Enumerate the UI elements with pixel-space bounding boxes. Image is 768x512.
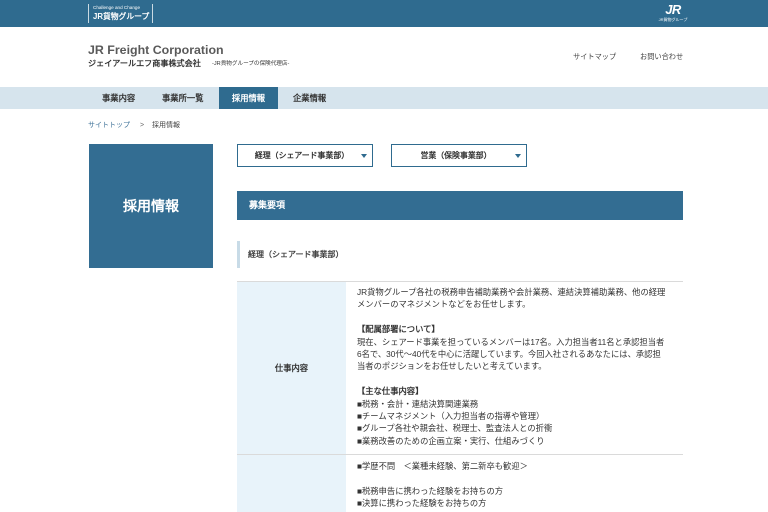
paragraph: 【主な仕事内容】 ■税務・会計・連結決算関連業務 ■チームマネジメント（入力担当… [357,385,683,447]
group-logo-name: JR貨物グループ [93,12,150,21]
top-bar: Challenge and Change JR貨物グループ JR JR貨物グルー… [0,0,768,27]
table-row-value: ■学歴不問 ＜業種未経験、第二新卒も歓迎＞ ■税務申告に携わった経験をお持ちの方… [346,455,683,510]
jr-logo[interactable]: JR JR貨物グループ [658,3,688,24]
job-selector-sales[interactable]: 営業（保険事業部） [391,144,527,167]
text-line: 当者のポジションをお任せしたいと考えています。 [357,361,547,372]
nav-item-recruit[interactable]: 採用情報 [219,87,278,109]
text-line: JR貨物グループ各社の税務申告補助業務や会計業務、連結決算補助業務、他の経理 [357,287,666,297]
company-name-en[interactable]: JR Freight Corporation [88,43,224,57]
paragraph-heading: 【主な仕事内容】 [357,386,424,397]
job-title-heading: 経理（シェアード事業部） [237,241,683,268]
table-row-value: JR貨物グループ各社の税務申告補助業務や会計業務、連結決算補助業務、他の経理 メ… [346,282,683,447]
breadcrumb-home[interactable]: サイトトップ [88,121,130,131]
section-title: 募集要項 [249,200,286,210]
paragraph: ■税務申告に携わった経験をお持ちの方 ■決算に携わった経験をお持ちの方 [357,485,683,510]
caret-down-icon [515,154,521,158]
job-selector-label: 営業（保険事業部） [420,151,492,160]
job-title: 経理（シェアード事業部） [248,250,344,259]
table-row-job-description: 仕事内容 JR貨物グループ各社の税務申告補助業務や会計業務、連結決算補助業務、他… [237,281,683,454]
page-title: 採用情報 [123,198,179,214]
company-tagline: -JR貨物グループの保険代理店- [212,61,290,67]
contact-link[interactable]: お問い合わせ [640,52,683,62]
paragraph: ■学歴不問 ＜業種未経験、第二新卒も歓迎＞ [357,460,683,472]
job-selector-label: 経理（シェアード事業部） [254,151,350,160]
breadcrumb-current: 採用情報 [152,122,180,129]
paragraph-heading: 【配属部署について】 [357,324,440,335]
job-selector-accounting[interactable]: 経理（シェアード事業部） [237,144,373,167]
nav-item-business[interactable]: 事業内容 [102,87,135,109]
sitemap-link[interactable]: サイトマップ [573,52,616,62]
nav-item-company[interactable]: 企業情報 [293,87,326,109]
breadcrumb-separator: > [140,122,145,129]
list-item: ■グループ各社や親会社、税理士、監査法人との折衝 [357,423,553,434]
list-item: ■学歴不問 ＜業種未経験、第二新卒も歓迎＞ [357,461,528,471]
company-name-ja[interactable]: ジェイアールエフ商事株式会社 [88,58,201,69]
table-row-qualifications: ■学歴不問 ＜業種未経験、第二新卒も歓迎＞ ■税務申告に携わった経験をお持ちの方… [237,454,683,512]
table-row-label [237,455,346,512]
paragraph: 【配属部署について】 現在、シェアード事業を担っているメンバーは17名。入力担当… [357,323,683,373]
list-item: ■税務申告に携わった経験をお持ちの方 [357,485,504,496]
nav-item-offices[interactable]: 事業所一覧 [162,87,204,109]
jr-logo-text: JR貨物グループ [658,17,688,22]
text-line: 現在、シェアード事業を担っているメンバーは17名。入力担当者11名と承認担当者 [357,336,665,347]
text-line: 6名で、30代〜40代を中心に活躍しています。今回入社されるあなたには、承認担 [357,348,661,359]
caret-down-icon [361,154,367,158]
jr-freight-group-logo[interactable]: Challenge and Change JR貨物グループ [88,4,153,23]
global-nav: 事業内容 事業所一覧 採用情報 企業情報 [0,87,768,109]
section-heading: 募集要項 [237,191,683,220]
jr-logo-mark: JR [665,3,681,17]
list-item: ■チームマネジメント（入力担当者の指導や管理） [357,410,545,421]
page-title-panel: 採用情報 [89,144,213,268]
paragraph: JR貨物グループ各社の税務申告補助業務や会計業務、連結決算補助業務、他の経理 メ… [357,286,683,311]
list-item: ■業務改善のための企画立案・実行、仕組みづくり [357,435,545,446]
list-item: ■決算に携わった経験をお持ちの方 [357,498,487,509]
text-line: メンバーのマネジメントなどをお任せします。 [357,299,531,310]
table-row-label: 仕事内容 [237,282,346,454]
list-item: ■税務・会計・連結決算関連業務 [357,398,479,409]
